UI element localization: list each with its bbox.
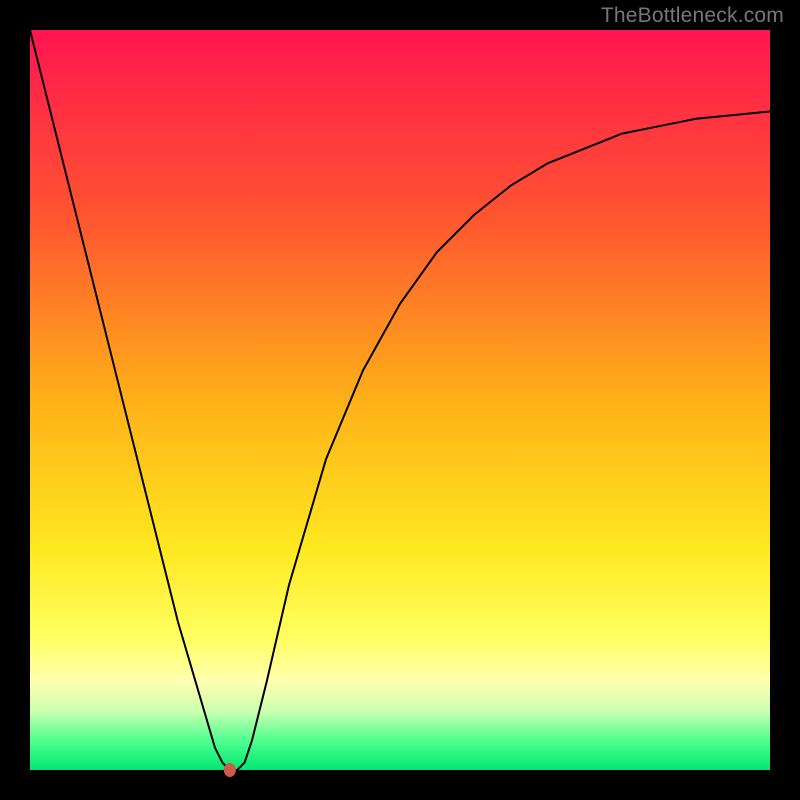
optimum-marker xyxy=(224,763,236,777)
watermark-text: TheBottleneck.com xyxy=(601,4,784,28)
bottleneck-chart-svg xyxy=(0,0,800,800)
chart-container: TheBottleneck.com xyxy=(0,0,800,800)
plot-background xyxy=(30,30,770,770)
